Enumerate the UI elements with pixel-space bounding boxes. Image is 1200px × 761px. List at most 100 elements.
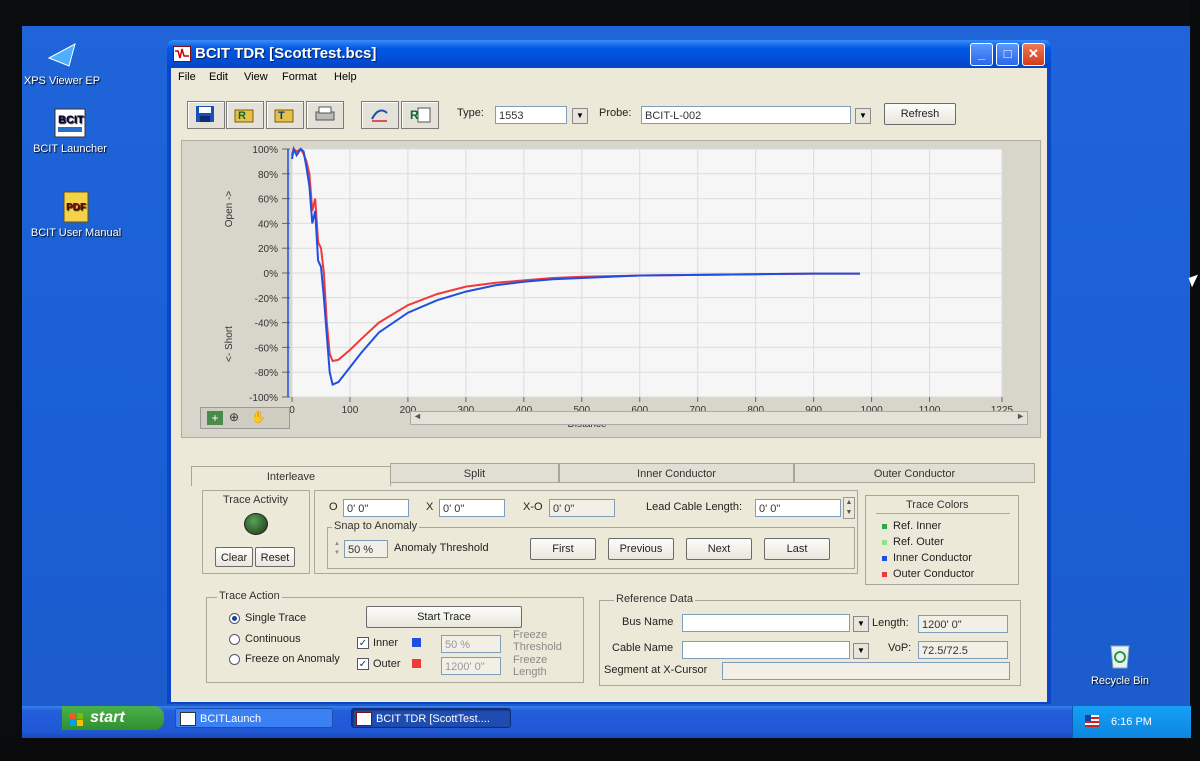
- app-icon: [173, 46, 191, 62]
- tab-split[interactable]: Split: [390, 463, 559, 483]
- horizontal-scrollbar[interactable]: ◄ ►: [410, 411, 1028, 425]
- inner-checkbox[interactable]: ✓: [357, 637, 369, 649]
- reset-button[interactable]: Reset: [255, 547, 295, 567]
- desktop-icon-recycle-bin[interactable]: Recycle Bin: [1070, 638, 1170, 687]
- text-export-button[interactable]: T: [266, 101, 304, 129]
- x-cursor-field[interactable]: 0' 0": [439, 499, 505, 517]
- zoom-icon[interactable]: ⊕: [229, 410, 239, 424]
- report-button[interactable]: R: [401, 101, 439, 129]
- freeze-threshold-field[interactable]: 50 %: [441, 635, 501, 653]
- vop-field: 72.5/72.5: [918, 641, 1008, 659]
- window-title: BCIT TDR [ScottTest.bcs]: [195, 45, 377, 62]
- anomaly-threshold-label: Anomaly Threshold: [394, 542, 489, 554]
- x-label: X: [426, 501, 434, 513]
- refresh-button[interactable]: Refresh: [884, 103, 956, 125]
- desktop-icon-label: XPS Viewer EP: [23, 75, 101, 87]
- start-trace-button[interactable]: Start Trace: [366, 606, 522, 628]
- y-tick-label: 100%: [252, 145, 278, 156]
- pan-hand-icon[interactable]: ✋: [251, 410, 266, 424]
- freeze-length-label: Freeze Length: [513, 654, 548, 678]
- close-button[interactable]: ✕: [1022, 43, 1045, 66]
- start-label: start: [90, 709, 125, 726]
- type-dropdown-icon[interactable]: ▼: [572, 108, 588, 124]
- crosshair-icon[interactable]: +: [207, 411, 223, 425]
- tdr-task-icon: [356, 712, 372, 726]
- task-bcitlaunch[interactable]: BCITLaunch: [175, 708, 333, 728]
- menu-view[interactable]: View: [244, 71, 268, 83]
- cable-name-label: Cable Name: [612, 642, 674, 654]
- freeze-on-anomaly-radio[interactable]: [229, 654, 240, 665]
- svg-text:R: R: [238, 110, 246, 122]
- last-button[interactable]: Last: [764, 538, 830, 560]
- desktop-icon-bcit-user-manual[interactable]: PDF BCIT User Manual: [26, 190, 126, 239]
- print-button[interactable]: [306, 101, 344, 129]
- snap-to-anomaly-group: Snap to Anomaly ▲ ▼ 50 % Anomaly Threshol…: [327, 520, 855, 569]
- tab-inner-conductor[interactable]: Inner Conductor: [559, 463, 794, 483]
- menu-format[interactable]: Format: [282, 71, 317, 83]
- monitor-bezel-right: [1190, 0, 1200, 761]
- tab-outer-conductor[interactable]: Outer Conductor: [794, 463, 1035, 483]
- o-cursor-field[interactable]: 0' 0": [343, 499, 409, 517]
- app-window: BCIT TDR [ScottTest.bcs] _ □ ✕ File Edit…: [167, 40, 1051, 704]
- trace-color-label: Ref. Outer: [893, 536, 944, 548]
- desktop-icon-bcit-launcher[interactable]: BCIT BCIT Launcher: [20, 106, 120, 155]
- monitor-bezel-left: [0, 0, 22, 761]
- menu-help[interactable]: Help: [334, 71, 357, 83]
- windows-logo-icon: [70, 711, 84, 726]
- link-button[interactable]: [361, 101, 399, 129]
- maximize-icon: □: [1003, 46, 1012, 61]
- continuous-radio[interactable]: [229, 634, 240, 645]
- type-select[interactable]: 1553: [495, 106, 567, 124]
- cable-name-field[interactable]: [682, 641, 850, 659]
- save-button[interactable]: [187, 101, 225, 129]
- threshold-spinner-icon[interactable]: ▲ ▼: [334, 540, 342, 558]
- cable-name-dropdown-icon[interactable]: ▼: [853, 643, 869, 659]
- task-label: BCITLaunch: [200, 713, 262, 725]
- o-label: O: [329, 501, 338, 513]
- anomaly-threshold-field[interactable]: 50 %: [344, 540, 388, 558]
- y-tick-label: -20%: [255, 294, 278, 305]
- svg-text:R: R: [410, 108, 419, 122]
- desktop-icon-xps-viewer[interactable]: XPS Viewer EP: [12, 38, 112, 87]
- bus-name-field[interactable]: [682, 614, 850, 632]
- maximize-button[interactable]: □: [996, 43, 1019, 66]
- trace-colors-group: Trace Colors Ref. Inner Ref. Outer Inner C…: [865, 495, 1019, 585]
- window-titlebar[interactable]: BCIT TDR [ScottTest.bcs] _ □ ✕: [167, 40, 1051, 68]
- bcit-launcher-icon: BCIT: [53, 106, 87, 140]
- scroll-left-icon[interactable]: ◄: [413, 411, 422, 421]
- next-button[interactable]: Next: [686, 538, 752, 560]
- flag-icon[interactable]: [1085, 715, 1099, 727]
- save-icon: [196, 106, 214, 122]
- freeze-length-field[interactable]: 1200' 0": [441, 657, 501, 675]
- outer-checkbox[interactable]: ✓: [357, 658, 369, 670]
- tdr-chart[interactable]: 100% 80% 60% 40% 20% 0% -20% -40% -60% -80% -100% 0…: [182, 141, 1040, 437]
- reference-data-title: Reference Data: [614, 593, 696, 605]
- freeze-on-anomaly-label: Freeze on Anomaly: [245, 653, 340, 665]
- single-trace-radio[interactable]: [229, 613, 240, 624]
- menu-file[interactable]: File: [178, 71, 196, 83]
- y-axis-label-open: Open ->: [224, 191, 235, 228]
- probe-select[interactable]: BCIT-L-002: [641, 106, 851, 124]
- tab-interleave[interactable]: Interleave: [191, 466, 391, 486]
- segment-field: [722, 662, 1010, 680]
- menu-bar: File Edit View Format Help: [171, 68, 1047, 88]
- clear-button[interactable]: Clear: [215, 547, 253, 567]
- lead-cable-spinner-icon[interactable]: ▲ ▼: [843, 497, 855, 519]
- bus-name-dropdown-icon[interactable]: ▼: [853, 616, 869, 632]
- minimize-button[interactable]: _: [970, 43, 993, 66]
- menu-edit[interactable]: Edit: [209, 71, 228, 83]
- type-label: Type:: [457, 107, 484, 119]
- previous-button[interactable]: Previous: [608, 538, 674, 560]
- record-button[interactable]: R: [226, 101, 264, 129]
- y-tick-label: -60%: [255, 343, 278, 354]
- scroll-right-icon[interactable]: ►: [1016, 411, 1025, 421]
- y-axis-label-short: <- Short: [224, 326, 235, 362]
- start-button[interactable]: start: [62, 706, 164, 730]
- trace-color-swatch: [882, 572, 887, 577]
- desktop-icon-label: BCIT Launcher: [33, 143, 107, 155]
- first-button[interactable]: First: [530, 538, 596, 560]
- probe-dropdown-icon[interactable]: ▼: [855, 108, 871, 124]
- trace-color-swatch: [882, 556, 887, 561]
- lead-cable-field[interactable]: 0' 0": [755, 499, 841, 517]
- task-bcit-tdr[interactable]: BCIT TDR [ScottTest....: [351, 708, 511, 728]
